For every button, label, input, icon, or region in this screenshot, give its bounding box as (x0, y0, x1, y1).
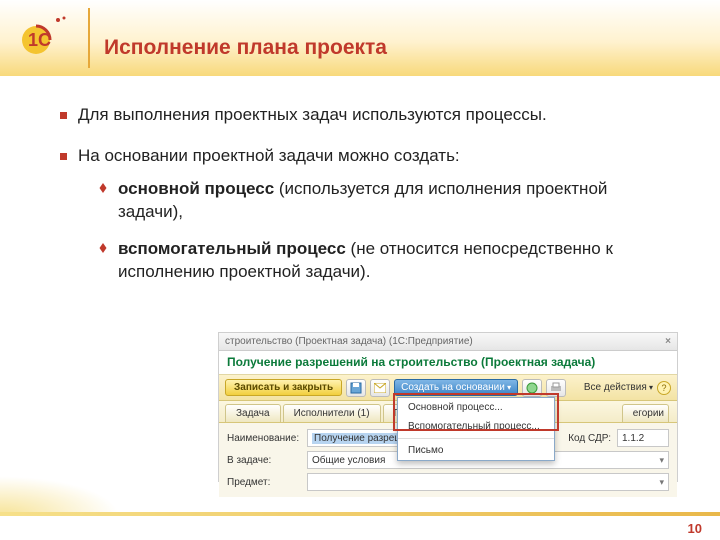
menu-separator (398, 438, 554, 439)
name-label: Наименование: (227, 433, 301, 444)
create-based-on-button[interactable]: Создать на основании (394, 379, 518, 396)
tab-task[interactable]: Задача (225, 404, 281, 422)
form-header: Получение разрешений на строительство (П… (219, 351, 677, 375)
report-button[interactable] (522, 379, 542, 397)
print-button[interactable] (546, 379, 566, 397)
app-screenshot: строительство (Проектная задача) (1С:Пре… (218, 332, 678, 482)
subject-label: Предмет: (227, 477, 301, 488)
menu-item-aux-process[interactable]: Вспомогательный процесс... (398, 417, 554, 436)
in-task-label: В задаче: (227, 455, 301, 466)
envelope-icon (374, 383, 386, 393)
save-and-close-button[interactable]: Записать и закрыть (225, 379, 342, 396)
create-based-on-menu: Основной процесс... Вспомогательный проц… (397, 397, 555, 461)
help-button[interactable]: ? (657, 381, 671, 395)
tab-executors[interactable]: Исполнители (1) (283, 404, 381, 422)
bullet-2-text: На основании проектной задачи можно созд… (78, 146, 460, 165)
bullet-2: На основании проектной задачи можно созд… (60, 145, 660, 284)
close-icon[interactable]: × (665, 336, 671, 347)
code-input[interactable]: 1.1.2 (617, 429, 669, 447)
bullet-1: Для выполнения проектных задач использую… (60, 104, 660, 127)
window-title-text: строительство (Проектная задача) (1С:Пре… (225, 336, 473, 347)
mail-button[interactable] (370, 379, 390, 397)
code-label: Код СДР: (551, 433, 611, 444)
report-icon (526, 382, 538, 394)
footer-decoration (0, 476, 120, 516)
tab-truncated-right[interactable]: егории (622, 404, 669, 422)
svg-text:1C: 1C (28, 30, 51, 50)
slide-title: Исполнение плана проекта (104, 36, 387, 60)
printer-icon (550, 382, 562, 394)
menu-item-letter[interactable]: Письмо (398, 441, 554, 460)
all-actions-button[interactable]: Все действия (584, 382, 653, 393)
diskette-icon (350, 382, 362, 394)
slide-header: 1C Исполнение плана проекта (0, 0, 720, 76)
toolbar: Записать и закрыть Создать на основании … (219, 375, 677, 401)
subbullet-2: вспомогательный процесс (не относится не… (90, 238, 660, 284)
header-separator (88, 8, 90, 68)
menu-item-main-process[interactable]: Основной процесс... (398, 398, 554, 417)
logo-1c: 1C (18, 10, 76, 58)
save-button[interactable] (346, 379, 366, 397)
page-number: 10 (688, 521, 702, 536)
subbullet-2-term: вспомогательный процесс (118, 239, 346, 258)
subbullet-1-term: основной процесс (118, 179, 274, 198)
slide-body: Для выполнения проектных задач использую… (0, 76, 720, 284)
subbullet-1: основной процесс (используется для испол… (90, 178, 660, 224)
footer-line (0, 512, 720, 516)
subject-select[interactable] (307, 473, 669, 491)
window-titlebar: строительство (Проектная задача) (1С:Пре… (219, 333, 677, 351)
